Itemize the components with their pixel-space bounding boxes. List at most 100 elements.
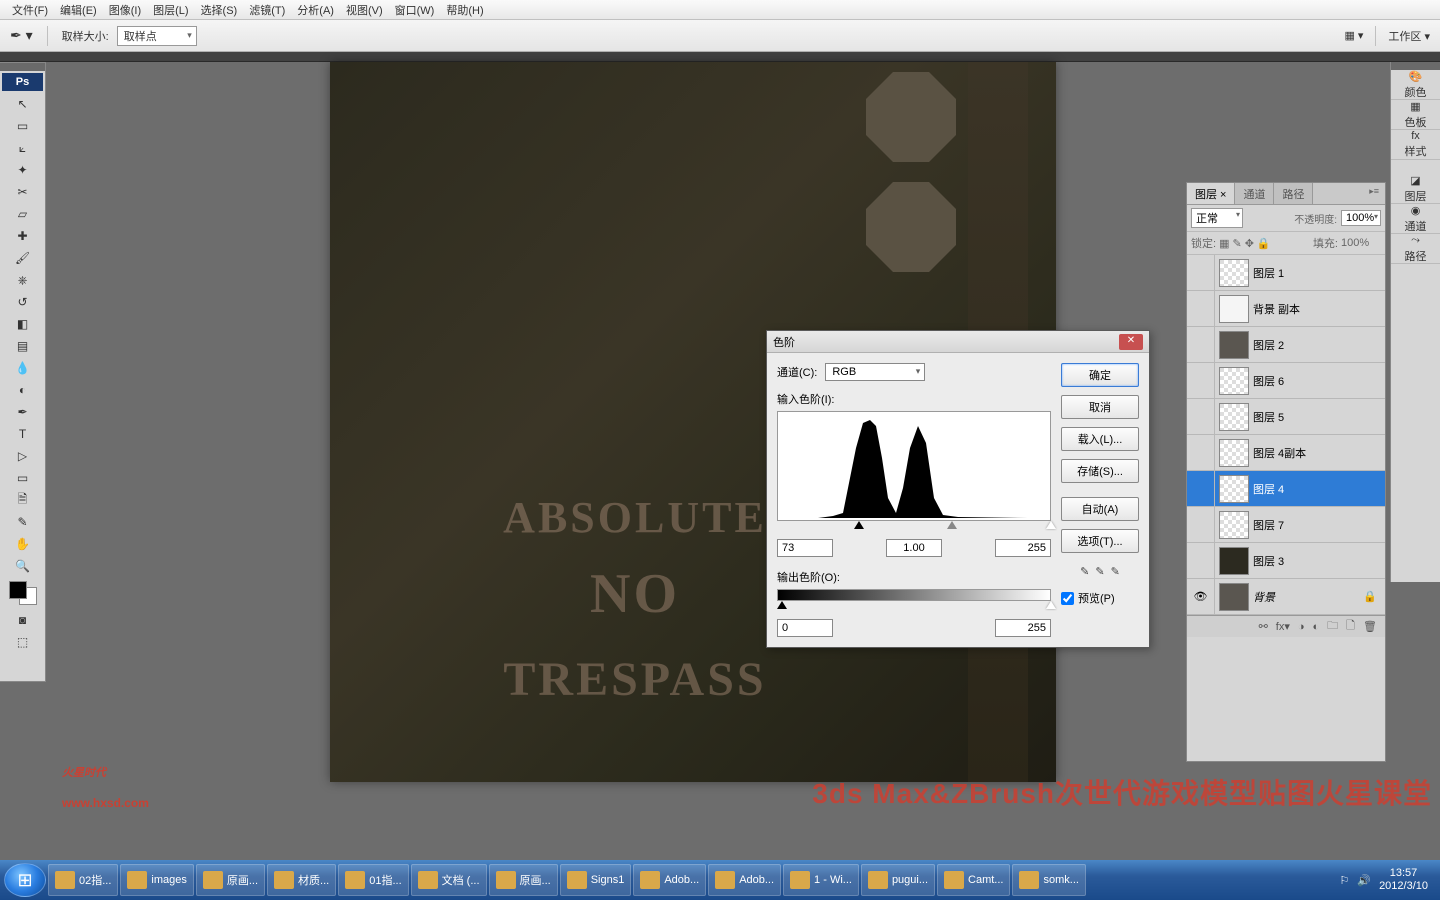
eraser-tool[interactable]: ◧ bbox=[0, 313, 45, 335]
slice-tool[interactable]: ▱ bbox=[0, 203, 45, 225]
panel-flyout-icon[interactable]: ▸≡ bbox=[1363, 183, 1385, 204]
dodge-tool[interactable]: ◐ bbox=[0, 379, 45, 401]
type-tool[interactable]: T bbox=[0, 423, 45, 445]
trash-icon[interactable]: 🗑 bbox=[1363, 620, 1377, 633]
layer-thumbnail[interactable] bbox=[1219, 259, 1249, 287]
layer-row[interactable]: 图层 6 bbox=[1187, 363, 1385, 399]
tray-flag-icon[interactable]: ⚐ bbox=[1339, 874, 1349, 887]
layer-row[interactable]: 图层 4 bbox=[1187, 471, 1385, 507]
menu-analysis[interactable]: 分析(A) bbox=[291, 0, 340, 20]
panel-channels[interactable]: ◉通道 bbox=[1391, 204, 1440, 234]
layer-thumbnail[interactable] bbox=[1219, 475, 1249, 503]
lock-all-icon[interactable]: 🔒 bbox=[1257, 237, 1271, 250]
channel-combo[interactable]: RGB bbox=[825, 363, 925, 381]
wand-tool[interactable]: ✦ bbox=[0, 159, 45, 181]
panel-paths[interactable]: ⤳路径 bbox=[1391, 234, 1440, 264]
taskbar-item[interactable]: 02指... bbox=[48, 864, 118, 896]
visibility-toggle[interactable] bbox=[1187, 255, 1215, 290]
taskbar-item[interactable]: Adob... bbox=[633, 864, 706, 896]
layer-thumbnail[interactable] bbox=[1219, 583, 1249, 611]
eyedropper-tool-icon[interactable]: ✒ ▾ bbox=[10, 27, 33, 44]
opacity-input[interactable]: 100% bbox=[1341, 210, 1381, 226]
input-white-field[interactable] bbox=[995, 539, 1051, 557]
visibility-toggle[interactable] bbox=[1187, 291, 1215, 326]
layer-name[interactable]: 图层 7 bbox=[1253, 517, 1385, 533]
menu-select[interactable]: 选择(S) bbox=[195, 0, 244, 20]
layer-thumbnail[interactable] bbox=[1219, 511, 1249, 539]
lock-move-icon[interactable]: ✥ bbox=[1245, 237, 1254, 250]
layer-name[interactable]: 背景 副本 bbox=[1253, 301, 1385, 317]
menu-window[interactable]: 窗口(W) bbox=[389, 0, 441, 20]
sample-size-combo[interactable]: 取样点 bbox=[117, 26, 197, 46]
layer-row[interactable]: 图层 1 bbox=[1187, 255, 1385, 291]
taskbar-clock[interactable]: 13:57 2012/3/10 bbox=[1379, 867, 1428, 893]
heal-tool[interactable]: ✚ bbox=[0, 225, 45, 247]
visibility-toggle[interactable] bbox=[1187, 363, 1215, 398]
save-button[interactable]: 存储(S)... bbox=[1061, 459, 1139, 483]
layer-row[interactable]: 👁 背景 🔒 bbox=[1187, 579, 1385, 615]
tray-speaker-icon[interactable]: 🔊 bbox=[1357, 874, 1371, 887]
system-tray[interactable]: ⚐ 🔊 13:57 2012/3/10 bbox=[1331, 867, 1436, 893]
taskbar-item[interactable]: somk... bbox=[1012, 864, 1085, 896]
hand-tool[interactable]: ✋ bbox=[0, 533, 45, 555]
layer-thumbnail[interactable] bbox=[1219, 367, 1249, 395]
zoom-tool[interactable]: 🔍 bbox=[0, 555, 45, 577]
layer-row[interactable]: 图层 4副本 bbox=[1187, 435, 1385, 471]
layer-name[interactable]: 图层 1 bbox=[1253, 265, 1385, 281]
input-gamma-field[interactable] bbox=[886, 539, 942, 557]
panel-color[interactable]: 🎨颜色 bbox=[1391, 70, 1440, 100]
white-point-slider[interactable] bbox=[1046, 521, 1056, 529]
taskbar-item[interactable]: 1 - Wi... bbox=[783, 864, 859, 896]
black-point-slider[interactable] bbox=[854, 521, 864, 529]
input-sliders[interactable] bbox=[777, 521, 1051, 535]
taskbar-item[interactable]: Adob... bbox=[708, 864, 781, 896]
layer-name[interactable]: 图层 4副本 bbox=[1253, 445, 1385, 461]
gamma-slider[interactable] bbox=[947, 521, 957, 529]
visibility-toggle[interactable] bbox=[1187, 543, 1215, 578]
layer-name[interactable]: 图层 5 bbox=[1253, 409, 1385, 425]
lasso-tool[interactable]: ⟀ bbox=[0, 137, 45, 159]
tab-channels[interactable]: 通道 bbox=[1235, 183, 1274, 204]
panel-layers[interactable]: ◪图层 bbox=[1391, 174, 1440, 204]
move-tool[interactable]: ↖ bbox=[0, 93, 45, 115]
quickmask-toggle[interactable]: ◙ bbox=[0, 609, 45, 631]
close-icon[interactable]: ✕ bbox=[1119, 334, 1143, 350]
visibility-toggle[interactable] bbox=[1187, 399, 1215, 434]
preview-checkbox[interactable]: 预览(P) bbox=[1061, 590, 1139, 606]
menu-edit[interactable]: 编辑(E) bbox=[54, 0, 103, 20]
output-gradient[interactable] bbox=[777, 589, 1051, 601]
layer-thumbnail[interactable] bbox=[1219, 295, 1249, 323]
layer-name[interactable]: 图层 4 bbox=[1253, 481, 1385, 497]
new-layer-icon[interactable]: 🗋 bbox=[1346, 617, 1355, 636]
menu-file[interactable]: 文件(F) bbox=[6, 0, 54, 20]
screen-mode-icon[interactable]: ▦ ▾ bbox=[1344, 29, 1363, 42]
layer-thumbnail[interactable] bbox=[1219, 439, 1249, 467]
output-sliders[interactable] bbox=[777, 601, 1051, 615]
dialog-titlebar[interactable]: 色阶 ✕ bbox=[767, 331, 1149, 353]
output-black-field[interactable] bbox=[777, 619, 833, 637]
taskbar-item[interactable]: 原画... bbox=[489, 864, 558, 896]
start-button[interactable]: ⊞ bbox=[4, 863, 46, 897]
blend-mode-combo[interactable]: 正常 bbox=[1191, 208, 1243, 228]
menu-view[interactable]: 视图(V) bbox=[340, 0, 389, 20]
panel-swatches[interactable]: ▦色板 bbox=[1391, 100, 1440, 130]
taskbar-item[interactable]: pugui... bbox=[861, 864, 935, 896]
output-white-field[interactable] bbox=[995, 619, 1051, 637]
eyedropper-tool[interactable]: ✎ bbox=[0, 511, 45, 533]
blur-tool[interactable]: 💧 bbox=[0, 357, 45, 379]
menu-image[interactable]: 图像(I) bbox=[103, 0, 147, 20]
tab-layers[interactable]: 图层 × bbox=[1187, 183, 1235, 204]
layer-name[interactable]: 图层 2 bbox=[1253, 337, 1385, 353]
layer-thumbnail[interactable] bbox=[1219, 331, 1249, 359]
taskbar-item[interactable]: 01指... bbox=[338, 864, 408, 896]
group-icon[interactable]: 🗀 bbox=[1327, 617, 1338, 636]
taskbar-item[interactable]: images bbox=[120, 864, 193, 896]
path-tool[interactable]: ▷ bbox=[0, 445, 45, 467]
gray-eyedropper-icon[interactable]: ✎ bbox=[1095, 565, 1104, 578]
workspace-switcher[interactable]: 工作区 ▾ bbox=[1388, 28, 1430, 44]
gradient-tool[interactable]: ▤ bbox=[0, 335, 45, 357]
crop-tool[interactable]: ✂ bbox=[0, 181, 45, 203]
mask-icon[interactable]: ◑ bbox=[1298, 621, 1305, 633]
cancel-button[interactable]: 取消 bbox=[1061, 395, 1139, 419]
marquee-tool[interactable]: ▭ bbox=[0, 115, 45, 137]
